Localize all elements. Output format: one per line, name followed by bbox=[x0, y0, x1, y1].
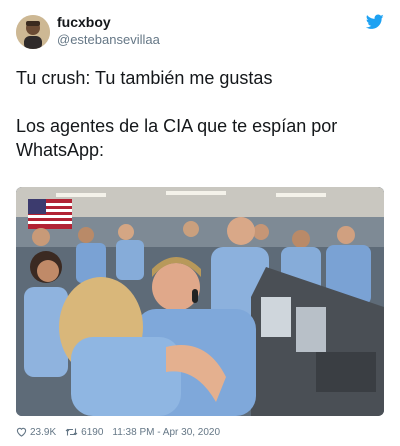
tweet-line: Tu crush: Tu también me gustas bbox=[16, 68, 273, 88]
retweet-count: 6190 bbox=[81, 426, 104, 438]
timestamp[interactable]: 11:38 PM - Apr 30, 2020 bbox=[112, 427, 220, 438]
tweet-photo[interactable] bbox=[16, 187, 384, 416]
retweet-button[interactable]: 6190 bbox=[65, 427, 112, 438]
user-handle[interactable]: @estebansevillaa bbox=[57, 32, 160, 47]
twitter-bird-icon[interactable] bbox=[365, 14, 384, 30]
heart-icon bbox=[16, 427, 27, 437]
like-button[interactable]: 23.9K bbox=[16, 427, 65, 438]
tweet-footer: 23.9K 6190 11:38 PM - Apr 30, 2020 bbox=[16, 424, 220, 440]
retweet-icon bbox=[65, 427, 78, 437]
tweet-text: Tu crush: Tu también me gustas Los agent… bbox=[16, 66, 386, 162]
tweet-line: Los agentes de la CIA que te espían por … bbox=[16, 116, 338, 160]
display-name[interactable]: fucxboy bbox=[57, 14, 111, 30]
avatar[interactable] bbox=[16, 15, 50, 49]
tweet-card: fucxboy @estebansevillaa Tu crush: Tu ta… bbox=[0, 0, 400, 446]
like-count: 23.9K bbox=[30, 426, 57, 438]
